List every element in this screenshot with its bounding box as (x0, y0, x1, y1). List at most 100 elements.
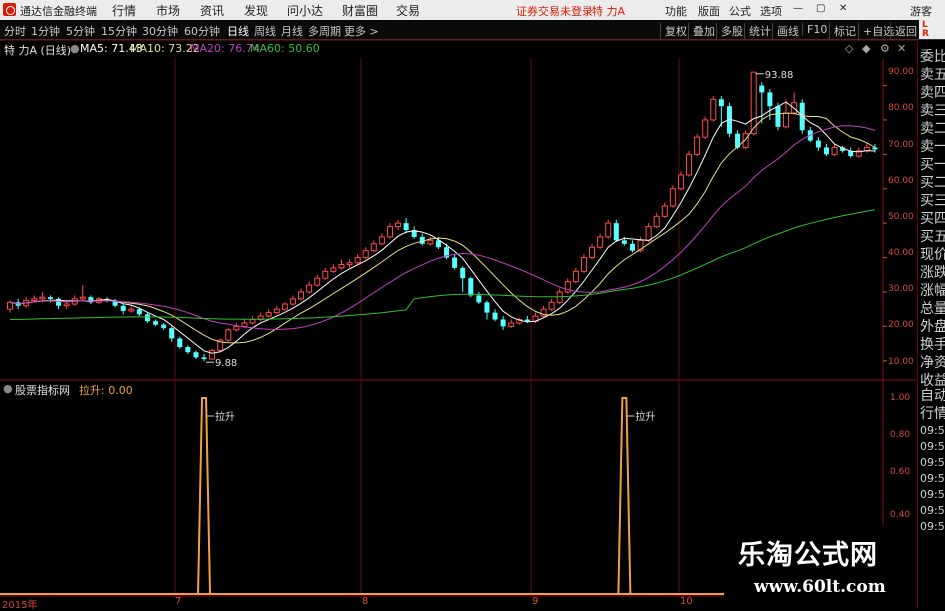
candle-body (39, 296, 46, 300)
candle-body (831, 146, 838, 155)
candle-body (193, 352, 199, 358)
candle-body (661, 205, 668, 217)
candle-body (572, 270, 579, 283)
candle-body (484, 302, 490, 313)
candle-body (249, 319, 256, 324)
candle-body (241, 322, 248, 327)
candle-body (306, 284, 313, 293)
side-label: 卖五 (920, 67, 945, 83)
candle-body (605, 222, 612, 238)
ma20-line (9, 125, 876, 331)
tick-time: 09:52 (920, 520, 945, 533)
candle-body (710, 98, 717, 121)
side-label: 委比 (920, 49, 945, 65)
candle-body (161, 324, 167, 329)
indicator-name[interactable]: 股票指标网 (15, 382, 70, 398)
candle-body (597, 236, 604, 248)
candle-body (136, 309, 142, 315)
ind-tick: 0.60 (890, 467, 911, 477)
side-label[interactable]: 自动 (920, 385, 945, 405)
candle-body (629, 243, 635, 251)
tick-time: 09:52 (920, 456, 945, 469)
candle-body (653, 215, 660, 228)
candle-body (354, 257, 361, 264)
candle-body (79, 296, 86, 300)
candle-body (767, 92, 773, 107)
price-tick: 90.00 (888, 67, 914, 77)
price-tick: 30.00 (888, 284, 914, 294)
side-label: 买一 (920, 157, 945, 173)
candle-body (476, 295, 482, 303)
candle-body (460, 267, 466, 279)
candle-body (346, 262, 353, 265)
indicator-settings-icon[interactable]: ● (3, 382, 13, 395)
price-tick: 10.00 (888, 357, 914, 367)
price-chart[interactable]: 拉升 拉升 93.88 9.88 (0, 0, 945, 609)
candle-body (452, 257, 458, 268)
candle-body (759, 85, 765, 93)
side-label: 涨幅 (920, 283, 945, 299)
signal-spike (197, 397, 212, 595)
candle-body (298, 291, 305, 300)
price-tick: 40.00 (888, 248, 914, 258)
price-tick: 20.00 (888, 320, 914, 330)
watermark: 乐淘公式网 www.60lt.com (724, 525, 917, 609)
side-label[interactable]: 行情 (920, 403, 945, 423)
candle-body (427, 239, 434, 245)
candle-body (386, 226, 393, 238)
tick-time: 09:52 (920, 488, 945, 501)
candle-body (330, 267, 337, 272)
candle-body (750, 71, 757, 135)
candle-body (775, 106, 781, 127)
candle-body (128, 308, 135, 312)
ind-tick: 1.00 (890, 393, 911, 403)
side-label: 外盘 (920, 319, 945, 335)
watermark-title: 乐淘公式网 (738, 540, 878, 571)
candle-body (403, 223, 409, 231)
candle-body (63, 303, 70, 307)
candle-body (395, 222, 402, 228)
side-label: 换手 (920, 337, 945, 353)
side-label: 总量 (920, 301, 945, 317)
date-label: 10 (680, 596, 693, 607)
candle-body (47, 297, 53, 299)
candle-body (677, 174, 684, 190)
candle-body (718, 99, 724, 107)
candle-body (378, 236, 385, 245)
side-label: 卖三 (920, 103, 945, 119)
candle-body (500, 319, 506, 327)
side-label: 涨跌 (920, 265, 945, 281)
candle-body (314, 277, 321, 286)
side-label: 卖四 (920, 85, 945, 101)
candle-body (362, 250, 369, 259)
candle-body (281, 303, 288, 310)
price-tick: 50.00 (888, 212, 914, 222)
indicator-value: 拉升: 0.00 (79, 384, 133, 397)
candle-body (669, 188, 676, 207)
tick-time: 09:51 (920, 440, 945, 453)
side-label: 买四 (920, 211, 945, 227)
candle-body (7, 301, 14, 310)
candle-body (580, 257, 587, 272)
candle-body (645, 226, 652, 241)
watermark-url: www.60lt.com (754, 577, 886, 597)
candle-body (468, 278, 474, 296)
tick-time: 09:52 (920, 472, 945, 485)
candle-body (702, 119, 709, 138)
candle-body (169, 328, 175, 339)
candle-body (621, 240, 627, 244)
candle-body (686, 153, 693, 176)
candle-body (524, 319, 530, 322)
candle-body (508, 322, 515, 327)
price-tick: 60.00 (888, 176, 914, 186)
high-price-label: 93.88 (765, 70, 794, 81)
candle-body (265, 312, 272, 317)
candle-body (694, 136, 701, 155)
ind-tick: 0.40 (890, 510, 911, 520)
candle-body (823, 147, 829, 155)
candle-body (233, 325, 240, 331)
side-label: 买五 (920, 229, 945, 245)
candle-body (370, 243, 377, 252)
candle-body (322, 270, 329, 279)
ind-tick: 0.80 (890, 430, 911, 440)
